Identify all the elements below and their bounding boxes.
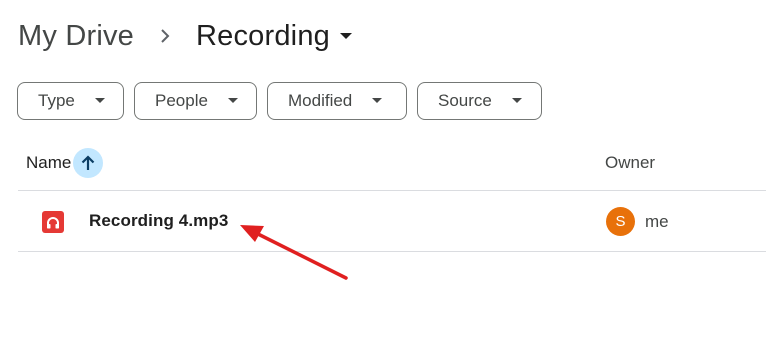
table-header: Name Owner bbox=[18, 142, 766, 191]
column-name-label: Name bbox=[26, 153, 72, 172]
breadcrumb-current-folder[interactable]: Recording bbox=[196, 20, 352, 53]
filter-modified-button[interactable]: Modified bbox=[267, 82, 407, 120]
chevron-right-icon bbox=[160, 28, 170, 44]
breadcrumb: My Drive Recording bbox=[18, 14, 352, 58]
caret-down-icon bbox=[511, 98, 522, 104]
sort-ascending-button[interactable] bbox=[73, 148, 104, 178]
filter-bar: Type People Modified Source bbox=[17, 82, 542, 120]
column-header-owner[interactable]: Owner bbox=[605, 153, 655, 173]
filter-people-label: People bbox=[155, 91, 208, 110]
column-header-name[interactable]: Name bbox=[26, 148, 104, 178]
filter-people-button[interactable]: People bbox=[134, 82, 257, 120]
owner-name: me bbox=[645, 212, 669, 231]
filter-type-button[interactable]: Type bbox=[17, 82, 124, 120]
filter-source-button[interactable]: Source bbox=[417, 82, 542, 120]
caret-down-icon bbox=[372, 98, 383, 104]
avatar: S bbox=[606, 207, 635, 236]
table-row[interactable]: Recording 4.mp3 S me bbox=[18, 191, 766, 252]
filter-modified-label: Modified bbox=[288, 91, 353, 110]
audio-file-icon bbox=[42, 211, 64, 233]
breadcrumb-my-drive[interactable]: My Drive bbox=[18, 20, 134, 53]
caret-down-icon bbox=[340, 32, 352, 40]
file-name[interactable]: Recording 4.mp3 bbox=[89, 211, 228, 231]
caret-down-icon bbox=[94, 98, 105, 104]
breadcrumb-current-label: Recording bbox=[196, 19, 330, 52]
caret-down-icon bbox=[227, 98, 238, 104]
filter-source-label: Source bbox=[438, 91, 492, 110]
filter-type-label: Type bbox=[38, 91, 75, 110]
arrow-up-icon bbox=[81, 155, 95, 171]
